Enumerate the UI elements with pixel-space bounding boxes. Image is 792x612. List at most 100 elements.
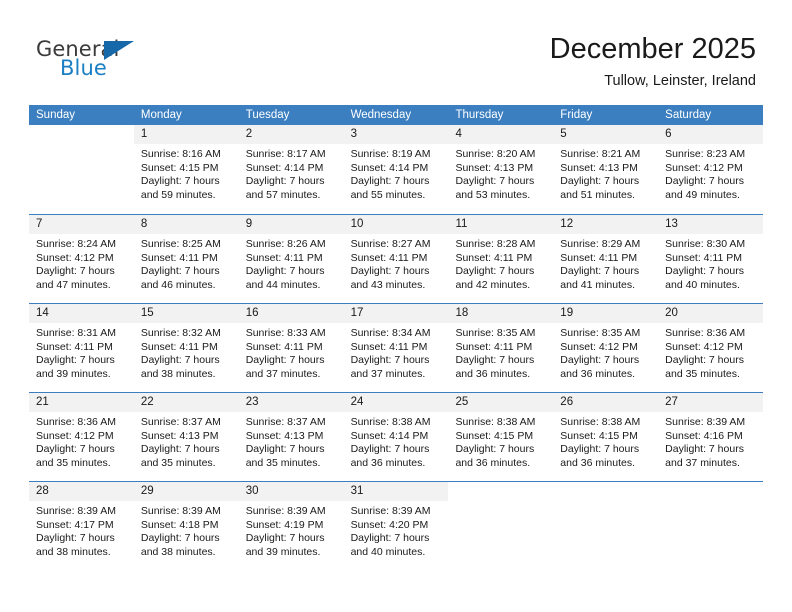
sunset-text: Sunset: 4:14 PM [350, 429, 429, 442]
day-cell[interactable]: 29 Sunrise: 8:39 AM Sunset: 4:18 PM Dayl… [133, 482, 239, 570]
day-number: 29 [133, 482, 239, 501]
day-cell[interactable]: 24 Sunrise: 8:38 AM Sunset: 4:14 PM Dayl… [343, 393, 449, 481]
day-info: Sunrise: 8:32 AM Sunset: 4:11 PM Dayligh… [134, 323, 239, 381]
daylight-text-line2: and 44 minutes. [245, 278, 321, 291]
day-info: Sunrise: 8:16 AM Sunset: 4:15 PM Dayligh… [134, 144, 239, 202]
sunrise-text: Sunrise: 8:23 AM [665, 148, 746, 160]
day-info: Sunrise: 8:21 AM Sunset: 4:13 PM Dayligh… [553, 144, 658, 202]
day-info: Sunrise: 8:39 AM Sunset: 4:19 PM Dayligh… [239, 501, 344, 559]
day-cell[interactable]: 8 Sunrise: 8:25 AM Sunset: 4:11 PM Dayli… [133, 215, 239, 303]
day-number: 20 [658, 304, 764, 323]
daylight-text-line2: and 37 minutes. [245, 367, 321, 380]
sunrise-text: Sunrise: 8:24 AM [36, 238, 116, 250]
sunset-text: Sunset: 4:12 PM [665, 340, 743, 353]
day-info: Sunrise: 8:23 AM Sunset: 4:12 PM Dayligh… [658, 144, 763, 202]
sunrise-text: Sunrise: 8:31 AM [36, 327, 116, 339]
day-cell[interactable]: 4 Sunrise: 8:20 AM Sunset: 4:13 PM Dayli… [448, 125, 554, 214]
daylight-text-line2: and 36 minutes. [455, 456, 531, 469]
daylight-text-line1: Daylight: 7 hours [245, 175, 325, 188]
day-number: 5 [553, 125, 659, 144]
daylight-text-line1: Daylight: 7 hours [455, 354, 535, 367]
day-cell[interactable]: 28 Sunrise: 8:39 AM Sunset: 4:17 PM Dayl… [29, 482, 134, 570]
weekday-header-wednesday: Wednesday [350, 109, 412, 121]
sunrise-text: Sunrise: 8:39 AM [36, 505, 116, 517]
day-info: Sunrise: 8:39 AM Sunset: 4:20 PM Dayligh… [344, 501, 449, 559]
sunset-text: Sunset: 4:14 PM [350, 161, 429, 174]
day-number: 28 [29, 482, 134, 501]
daylight-text-line1: Daylight: 7 hours [350, 443, 430, 456]
day-cell[interactable]: 15 Sunrise: 8:32 AM Sunset: 4:11 PM Dayl… [133, 304, 239, 392]
sunrise-text: Sunrise: 8:37 AM [245, 416, 326, 428]
day-info: Sunrise: 8:29 AM Sunset: 4:11 PM Dayligh… [553, 234, 658, 292]
sunrise-text: Sunrise: 8:28 AM [455, 238, 536, 250]
sunset-text: Sunset: 4:15 PM [560, 429, 638, 442]
day-cell[interactable]: 18 Sunrise: 8:35 AM Sunset: 4:11 PM Dayl… [448, 304, 554, 392]
day-cell[interactable]: 21 Sunrise: 8:36 AM Sunset: 4:12 PM Dayl… [29, 393, 134, 481]
day-cell[interactable]: 6 Sunrise: 8:23 AM Sunset: 4:12 PM Dayli… [658, 125, 764, 214]
sunset-text: Sunset: 4:17 PM [36, 518, 114, 531]
day-cell[interactable]: 19 Sunrise: 8:35 AM Sunset: 4:12 PM Dayl… [553, 304, 659, 392]
day-info: Sunrise: 8:33 AM Sunset: 4:11 PM Dayligh… [239, 323, 344, 381]
daylight-text-line2: and 36 minutes. [350, 456, 426, 469]
day-cell[interactable]: 2 Sunrise: 8:17 AM Sunset: 4:14 PM Dayli… [238, 125, 344, 214]
day-info: Sunrise: 8:36 AM Sunset: 4:12 PM Dayligh… [29, 412, 134, 470]
daylight-text-line1: Daylight: 7 hours [560, 443, 640, 456]
day-number: 27 [658, 393, 764, 412]
day-cell[interactable]: 13 Sunrise: 8:30 AM Sunset: 4:11 PM Dayl… [658, 215, 764, 303]
day-cell[interactable]: 25 Sunrise: 8:38 AM Sunset: 4:15 PM Dayl… [448, 393, 554, 481]
day-cell[interactable]: 12 Sunrise: 8:29 AM Sunset: 4:11 PM Dayl… [553, 215, 659, 303]
day-cell[interactable]: 14 Sunrise: 8:31 AM Sunset: 4:11 PM Dayl… [29, 304, 134, 392]
day-cell[interactable]: 30 Sunrise: 8:39 AM Sunset: 4:19 PM Dayl… [238, 482, 344, 570]
sunset-text: Sunset: 4:15 PM [140, 161, 219, 174]
daylight-text-line2: and 49 minutes. [665, 188, 740, 201]
day-info: Sunrise: 8:38 AM Sunset: 4:14 PM Dayligh… [344, 412, 449, 470]
daylight-text-line2: and 40 minutes. [665, 278, 740, 291]
sunrise-text: Sunrise: 8:20 AM [455, 148, 536, 160]
daylight-text-line2: and 39 minutes. [36, 367, 111, 380]
day-cell[interactable]: 9 Sunrise: 8:26 AM Sunset: 4:11 PM Dayli… [238, 215, 344, 303]
day-number: 16 [238, 304, 344, 323]
general-blue-logo[interactable]: General Blue [36, 38, 236, 86]
daylight-text-line2: and 38 minutes. [36, 545, 111, 558]
day-cell[interactable]: 16 Sunrise: 8:33 AM Sunset: 4:11 PM Dayl… [238, 304, 344, 392]
daylight-text-line2: and 37 minutes. [665, 456, 740, 469]
day-info: Sunrise: 8:27 AM Sunset: 4:11 PM Dayligh… [344, 234, 449, 292]
day-info: Sunrise: 8:38 AM Sunset: 4:15 PM Dayligh… [448, 412, 553, 470]
day-cell[interactable]: 1 Sunrise: 8:16 AM Sunset: 4:15 PM Dayli… [133, 125, 239, 214]
daylight-text-line1: Daylight: 7 hours [140, 175, 220, 188]
day-cell [658, 482, 764, 570]
weekday-header-sunday: Sunday [36, 109, 76, 121]
weekday-header-friday: Friday [560, 109, 593, 121]
day-number [29, 125, 134, 144]
daylight-text-line2: and 53 minutes. [455, 188, 531, 201]
sunset-text: Sunset: 4:16 PM [665, 429, 743, 442]
day-number [658, 482, 764, 501]
sunrise-text: Sunrise: 8:35 AM [455, 327, 536, 339]
day-cell [448, 482, 554, 570]
daylight-text-line2: and 35 minutes. [665, 367, 740, 380]
calendar-grid: Sunday Monday Tuesday Wednesday Thursday… [29, 105, 764, 570]
sunrise-text: Sunrise: 8:35 AM [560, 327, 641, 339]
day-cell[interactable]: 20 Sunrise: 8:36 AM Sunset: 4:12 PM Dayl… [658, 304, 764, 392]
day-cell[interactable]: 31 Sunrise: 8:39 AM Sunset: 4:20 PM Dayl… [343, 482, 449, 570]
day-cell[interactable]: 10 Sunrise: 8:27 AM Sunset: 4:11 PM Dayl… [343, 215, 449, 303]
day-info: Sunrise: 8:37 AM Sunset: 4:13 PM Dayligh… [134, 412, 239, 470]
day-info: Sunrise: 8:20 AM Sunset: 4:13 PM Dayligh… [448, 144, 553, 202]
day-info: Sunrise: 8:26 AM Sunset: 4:11 PM Dayligh… [239, 234, 344, 292]
daylight-text-line1: Daylight: 7 hours [140, 265, 220, 278]
sunset-text: Sunset: 4:11 PM [665, 251, 743, 264]
day-cell[interactable]: 17 Sunrise: 8:34 AM Sunset: 4:11 PM Dayl… [343, 304, 449, 392]
day-cell[interactable]: 5 Sunrise: 8:21 AM Sunset: 4:13 PM Dayli… [553, 125, 659, 214]
day-cell[interactable]: 23 Sunrise: 8:37 AM Sunset: 4:13 PM Dayl… [238, 393, 344, 481]
sunset-text: Sunset: 4:11 PM [140, 251, 218, 264]
day-cell[interactable]: 11 Sunrise: 8:28 AM Sunset: 4:11 PM Dayl… [448, 215, 554, 303]
week-row: 14 Sunrise: 8:31 AM Sunset: 4:11 PM Dayl… [29, 303, 764, 392]
day-cell[interactable]: 3 Sunrise: 8:19 AM Sunset: 4:14 PM Dayli… [343, 125, 449, 214]
day-number: 22 [133, 393, 239, 412]
day-cell[interactable]: 26 Sunrise: 8:38 AM Sunset: 4:15 PM Dayl… [553, 393, 659, 481]
day-cell[interactable]: 22 Sunrise: 8:37 AM Sunset: 4:13 PM Dayl… [133, 393, 239, 481]
day-cell[interactable]: 7 Sunrise: 8:24 AM Sunset: 4:12 PM Dayli… [29, 215, 134, 303]
daylight-text-line2: and 59 minutes. [140, 188, 216, 201]
sunrise-text: Sunrise: 8:36 AM [665, 327, 746, 339]
day-cell[interactable]: 27 Sunrise: 8:39 AM Sunset: 4:16 PM Dayl… [658, 393, 764, 481]
